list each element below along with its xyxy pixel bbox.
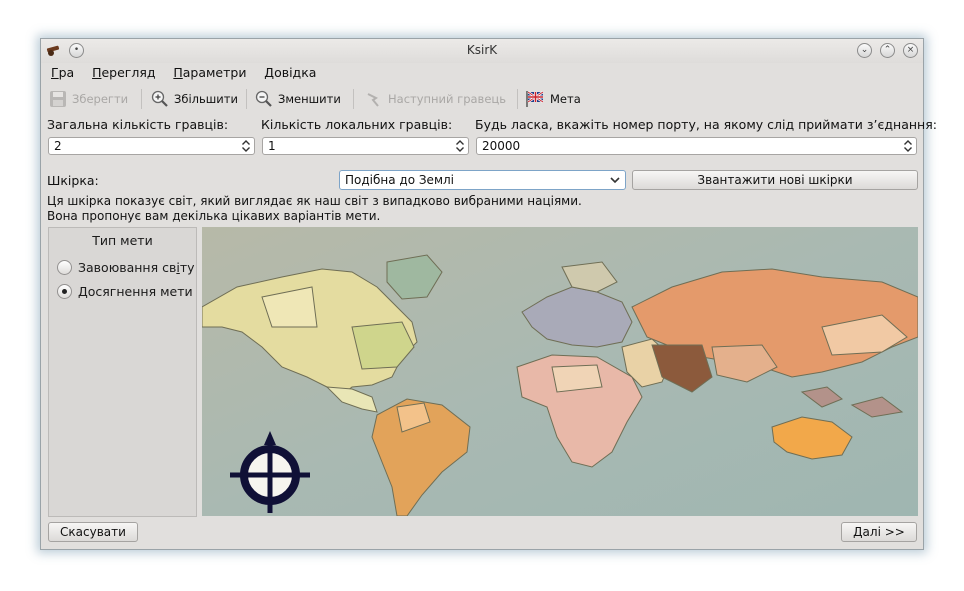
menu-bar: Гра Перегляд Параметри Довідка [51,65,330,85]
total-players-label: Загальна кількість гравців: [47,117,229,132]
skin-label: Шкірка: [47,173,99,188]
spin-arrows-icon[interactable] [241,138,251,154]
zoom-in-button[interactable]: Збільшити [151,87,238,111]
radio-button-selected[interactable] [57,284,72,299]
world-map-image [202,227,918,516]
skin-preview-map [202,227,918,516]
radio-button[interactable] [57,260,72,275]
menu-view[interactable]: Перегляд [92,65,155,80]
toolbar-separator [246,89,247,109]
chevron-down-icon [610,177,620,184]
zoom-in-icon [151,90,168,107]
goal-button[interactable]: Мета [525,87,581,111]
save-button[interactable]: Зберегти [49,87,128,111]
download-skins-button[interactable]: Звантажити нові шкірки [632,170,918,190]
goal-type-panel: Тип мети Завоювання світу Досягнення мет… [48,227,197,517]
local-players-label: Кількість локальних гравців: [261,117,453,132]
skin-description: Ця шкірка показує світ, який виглядає як… [47,194,582,223]
menu-game[interactable]: Гра [51,65,74,80]
port-spinbox[interactable]: 20000 [476,137,917,155]
menu-help[interactable]: Довідка [264,65,316,80]
zoom-out-button[interactable]: Зменшити [255,87,341,111]
flag-icon [526,91,544,107]
close-button[interactable]: × [903,43,918,58]
goal-option-goal[interactable]: Досягнення мети [57,284,193,299]
total-players-spinbox[interactable]: 2 [48,137,255,155]
toolbar-separator [353,89,354,109]
zoom-out-icon [255,90,272,107]
goal-type-title: Тип мети [92,233,153,248]
title-bar[interactable]: • KsirK ⌄ ⌃ × [41,39,923,63]
save-icon [50,91,66,107]
menu-settings[interactable]: Параметри [173,65,246,80]
next-button[interactable]: Далі >> [841,522,917,542]
skin-combobox[interactable]: Подібна до Землі [339,170,626,190]
window-title: KsirK [466,43,498,57]
next-player-button[interactable]: Наступний гравець [365,87,506,111]
toolbar-separator [141,89,142,109]
maximize-button[interactable]: ⌃ [880,43,895,58]
spin-arrows-icon[interactable] [455,138,465,154]
cancel-button[interactable]: Скасувати [48,522,138,542]
toolbar: Зберегти Збільшити Зменшити Наступний гр… [47,87,907,111]
goal-option-conquest[interactable]: Завоювання світу [57,260,195,275]
spin-arrows-icon[interactable] [903,138,913,154]
minimize-button[interactable]: ⌄ [857,43,872,58]
toolbar-separator [517,89,518,109]
main-window: • KsirK ⌄ ⌃ × Гра Перегляд Параметри Дов… [40,38,937,550]
local-players-spinbox[interactable]: 1 [262,137,469,155]
next-player-icon [367,93,379,107]
port-label: Будь ласка, вкажіть номер порту, на яком… [475,117,937,132]
